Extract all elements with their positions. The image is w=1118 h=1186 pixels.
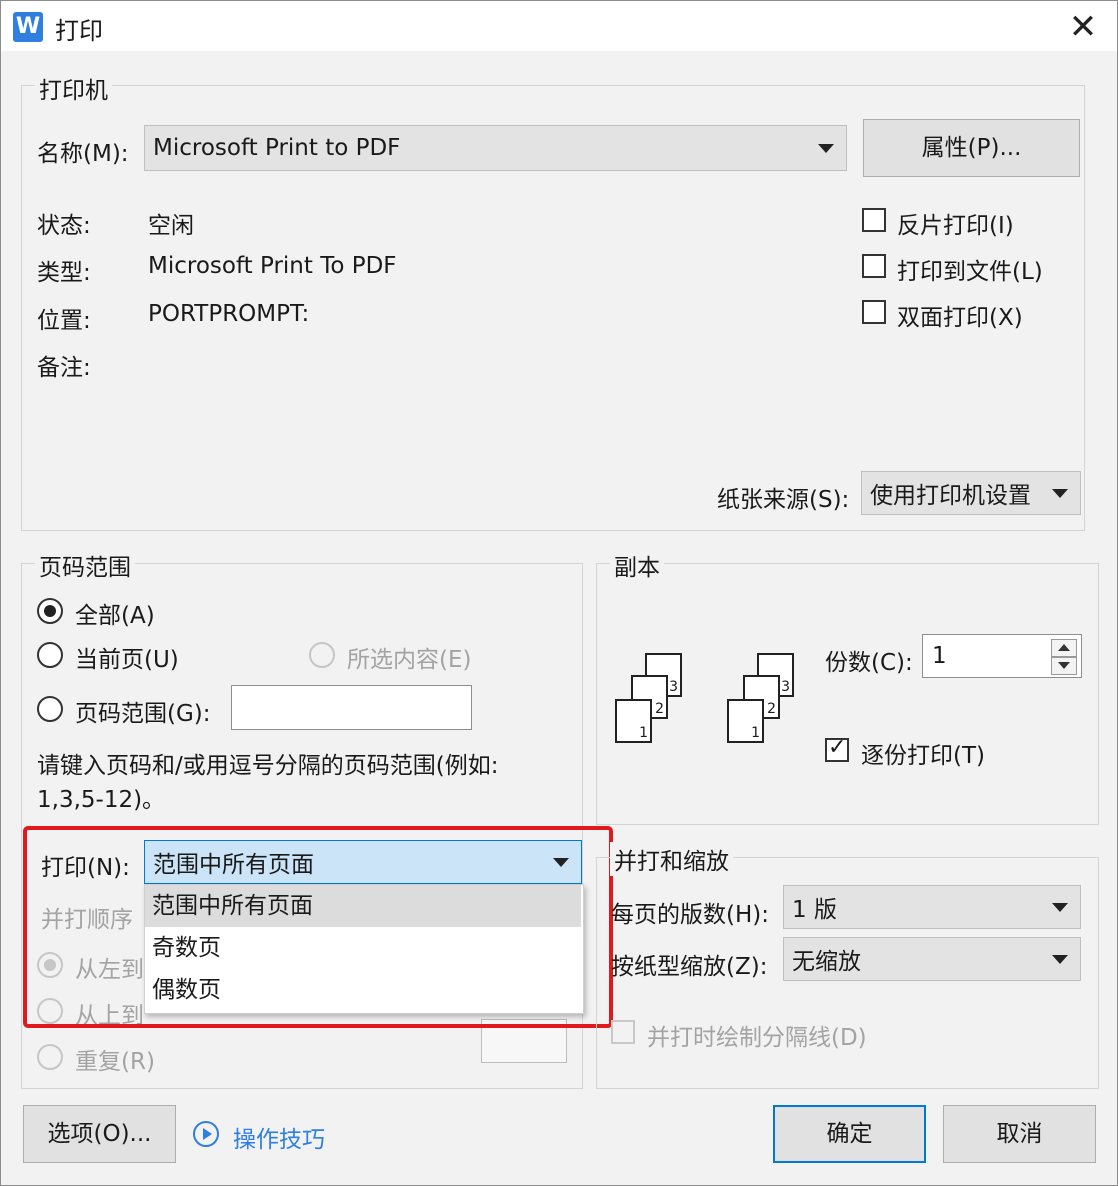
status-label: 状态: xyxy=(37,213,91,239)
reverse-print-label[interactable]: 反片打印(I) xyxy=(897,206,1014,240)
duplex-label[interactable]: 双面打印(X) xyxy=(897,298,1023,332)
page-range-label[interactable]: 页码范围(G): xyxy=(75,694,211,728)
duplex-checkbox[interactable] xyxy=(862,300,886,324)
repeat-radio xyxy=(37,1044,63,1070)
checkmark-icon: ✓ xyxy=(828,735,847,760)
printer-name-value: Microsoft Print to PDF xyxy=(153,135,401,161)
tips-link[interactable]: 操作技巧 xyxy=(233,1120,325,1154)
page-range-group-title: 页码范围 xyxy=(35,548,135,582)
dialog-title: 打印 xyxy=(55,17,103,45)
comment-label: 备注: xyxy=(37,355,91,381)
printer-name-select[interactable]: Microsoft Print to PDF xyxy=(144,125,847,171)
play-circle-icon[interactable] xyxy=(193,1121,219,1147)
pages-per-sheet-select[interactable]: 1 版 xyxy=(783,885,1081,929)
page-range-radio[interactable] xyxy=(37,696,63,722)
spin-down-icon[interactable] xyxy=(1051,657,1077,675)
paper-source-select[interactable]: 使用打印机设置 xyxy=(861,471,1081,515)
draw-lines-checkbox xyxy=(611,1020,635,1044)
ok-button[interactable]: 确定 xyxy=(773,1105,926,1163)
collate-preview-icon-uncollated: 3 2 1 xyxy=(613,651,693,751)
status-value: 空闲 xyxy=(148,213,194,239)
type-label: 类型: xyxy=(37,260,91,286)
page-icon: 1 xyxy=(727,699,764,743)
options-button[interactable]: 选项(O)... xyxy=(23,1105,176,1163)
selection-label: 所选内容(E) xyxy=(347,647,472,673)
pages-per-sheet-label: 每页的版数(H): xyxy=(611,902,769,928)
current-page-label[interactable]: 当前页(U) xyxy=(75,640,179,674)
scale-to-paper-value: 无缩放 xyxy=(792,949,861,975)
reverse-print-checkbox[interactable] xyxy=(862,208,886,232)
type-value: Microsoft Print To PDF xyxy=(148,253,397,279)
scale-to-paper-select[interactable]: 无缩放 xyxy=(783,937,1081,981)
all-pages-radio[interactable] xyxy=(37,598,63,624)
close-icon[interactable]: ✕ xyxy=(1063,7,1103,47)
printer-group-title: 打印机 xyxy=(35,71,112,105)
properties-button[interactable]: 属性(P)... xyxy=(863,119,1080,177)
scale-to-paper-label: 按纸型缩放(Z): xyxy=(611,954,768,980)
collate-label[interactable]: 逐份打印(T) xyxy=(861,736,985,770)
current-page-radio[interactable] xyxy=(37,642,63,668)
repeat-label: 重复(R) xyxy=(75,1049,155,1075)
page-range-input[interactable] xyxy=(231,685,472,730)
selection-radio xyxy=(309,642,335,668)
print-to-file-label[interactable]: 打印到文件(L) xyxy=(897,252,1043,286)
spin-up-icon[interactable] xyxy=(1051,639,1077,657)
print-to-file-checkbox[interactable] xyxy=(862,254,886,278)
chevron-down-icon xyxy=(1052,903,1068,912)
copies-count-value: 1 xyxy=(932,643,947,669)
all-pages-label[interactable]: 全部(A) xyxy=(75,596,155,630)
scaling-group-title: 并打和缩放 xyxy=(610,842,733,876)
chevron-down-icon xyxy=(818,144,834,153)
copies-count-input[interactable]: 1 xyxy=(922,634,1082,678)
page-range-hint-line1: 请键入页码和/或用逗号分隔的页码范围(例如: xyxy=(37,753,499,779)
draw-lines-label: 并打时绘制分隔线(D) xyxy=(647,1025,867,1051)
cancel-button[interactable]: 取消 xyxy=(943,1105,1096,1163)
page-icon: 1 xyxy=(615,699,652,743)
wps-writer-icon: W xyxy=(13,12,43,42)
paper-source-value: 使用打印机设置 xyxy=(870,483,1031,509)
collate-preview-icon-collated: 3 2 1 xyxy=(725,651,805,751)
location-label: 位置: xyxy=(37,308,91,334)
copies-count-label: 份数(C): xyxy=(825,650,913,676)
location-value: PORTPROMPT: xyxy=(148,301,310,327)
highlight-annotation-box xyxy=(23,826,613,1028)
radio-selected-dot xyxy=(44,605,56,617)
page-range-hint-line2: 1,3,5-12)。 xyxy=(37,787,166,813)
print-dialog: W 打印 ✕ 打印机 名称(M): Microsoft Print to PDF… xyxy=(0,0,1118,1186)
printer-name-label: 名称(M): xyxy=(37,141,129,167)
chevron-down-icon xyxy=(1052,955,1068,964)
pages-per-sheet-value: 1 版 xyxy=(792,897,837,923)
chevron-down-icon xyxy=(1052,489,1068,498)
paper-source-label: 纸张来源(S): xyxy=(717,487,850,513)
title-bar: W 打印 ✕ xyxy=(1,1,1117,51)
copies-group-title: 副本 xyxy=(610,548,664,582)
collate-checkbox[interactable]: ✓ xyxy=(825,735,849,762)
